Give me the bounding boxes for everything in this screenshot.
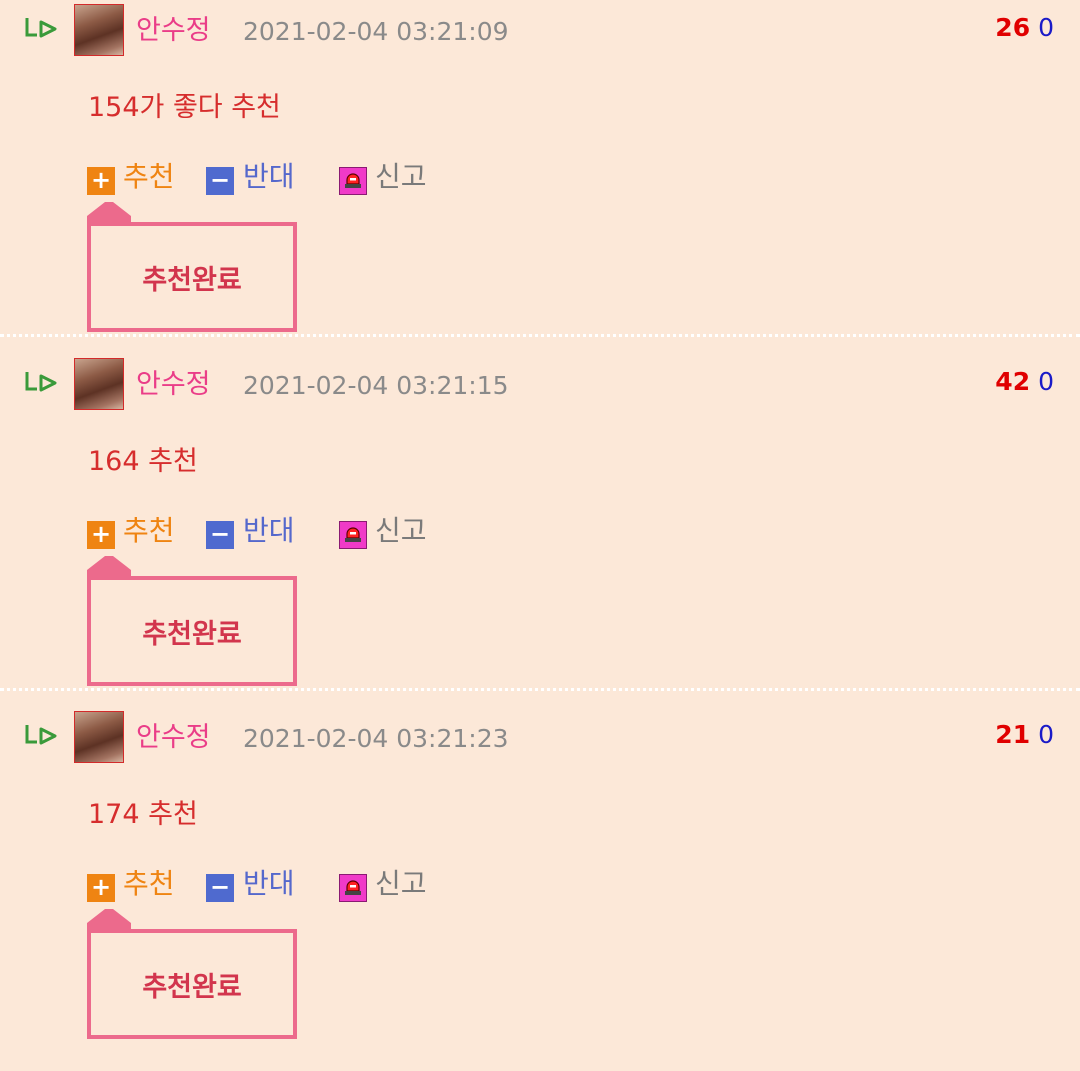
minus-icon: −: [206, 521, 234, 549]
downvote-button[interactable]: − 반대: [206, 513, 300, 549]
notice-bubble: 추천완료: [87, 576, 297, 686]
siren-icon: [339, 167, 367, 195]
author-name[interactable]: 안수정: [136, 721, 211, 755]
comment-item: 안수정 2021-02-04 03:21:15 42 0 164 추천 + 추천 …: [0, 358, 1080, 718]
minus-icon: −: [206, 167, 234, 195]
downvote-label: 반대: [243, 867, 295, 900]
vote-actions: + 추천 − 반대 신고: [87, 159, 487, 195]
downvote-label: 반대: [243, 160, 295, 193]
notice-bubble: 추천완료: [87, 222, 297, 332]
siren-icon: [339, 521, 367, 549]
comment-separator: [0, 688, 1080, 691]
vote-score: 21 0: [995, 719, 1054, 751]
upvote-label: 추천: [123, 867, 175, 900]
upvote-button[interactable]: + 추천: [87, 159, 181, 195]
upvote-count: 42: [995, 367, 1031, 396]
vote-complete-notice: 추천완료: [87, 554, 297, 686]
downvote-count: 0: [1038, 720, 1054, 749]
notice-pointer: [87, 909, 131, 931]
comment-separator: [0, 334, 1080, 337]
notice-text: 추천완료: [142, 971, 242, 1003]
vote-complete-notice: 추천완료: [87, 200, 297, 332]
avatar[interactable]: [74, 711, 124, 763]
downvote-count: 0: [1038, 367, 1054, 396]
downvote-button[interactable]: − 반대: [206, 866, 300, 902]
upvote-label: 추천: [123, 514, 175, 547]
reply-arrow-icon: [25, 725, 57, 745]
comment-item: 안수정 2021-02-04 03:21:23 21 0 174 추천 + 추천 …: [0, 711, 1080, 1071]
report-button[interactable]: 신고: [339, 159, 435, 195]
report-label: 신고: [375, 514, 427, 547]
vote-score: 26 0: [995, 12, 1054, 44]
plus-icon: +: [87, 167, 115, 195]
upvote-button[interactable]: + 추천: [87, 866, 181, 902]
downvote-count: 0: [1038, 13, 1054, 42]
minus-icon: −: [206, 874, 234, 902]
notice-text: 추천완료: [142, 264, 242, 296]
upvote-label: 추천: [123, 160, 175, 193]
avatar[interactable]: [74, 358, 124, 410]
upvote-count: 21: [995, 720, 1031, 749]
comment-text: 174 추천: [88, 799, 198, 830]
comment-timestamp: 2021-02-04 03:21:09: [243, 17, 509, 46]
notice-text: 추천완료: [142, 618, 242, 650]
author-name[interactable]: 안수정: [136, 14, 211, 48]
vote-actions: + 추천 − 반대 신고: [87, 513, 487, 549]
reply-arrow-icon: [25, 18, 57, 38]
plus-icon: +: [87, 874, 115, 902]
report-button[interactable]: 신고: [339, 513, 435, 549]
comment-item: 안수정 2021-02-04 03:21:09 26 0 154가 좋다 추천 +…: [0, 4, 1080, 364]
report-button[interactable]: 신고: [339, 866, 435, 902]
downvote-button[interactable]: − 반대: [206, 159, 300, 195]
comment-text: 164 추천: [88, 446, 198, 477]
notice-pointer: [87, 556, 131, 578]
comment-timestamp: 2021-02-04 03:21:23: [243, 724, 509, 753]
vote-score: 42 0: [995, 366, 1054, 398]
vote-actions: + 추천 − 반대 신고: [87, 866, 487, 902]
avatar[interactable]: [74, 4, 124, 56]
vote-complete-notice: 추천완료: [87, 907, 297, 1039]
downvote-label: 반대: [243, 514, 295, 547]
author-name[interactable]: 안수정: [136, 368, 211, 402]
siren-icon: [339, 874, 367, 902]
comment-text: 154가 좋다 추천: [88, 92, 281, 123]
plus-icon: +: [87, 521, 115, 549]
comment-timestamp: 2021-02-04 03:21:15: [243, 371, 509, 400]
reply-arrow-icon: [25, 372, 57, 392]
report-label: 신고: [375, 867, 427, 900]
report-label: 신고: [375, 160, 427, 193]
notice-pointer: [87, 202, 131, 224]
notice-bubble: 추천완료: [87, 929, 297, 1039]
upvote-button[interactable]: + 추천: [87, 513, 181, 549]
upvote-count: 26: [995, 13, 1031, 42]
